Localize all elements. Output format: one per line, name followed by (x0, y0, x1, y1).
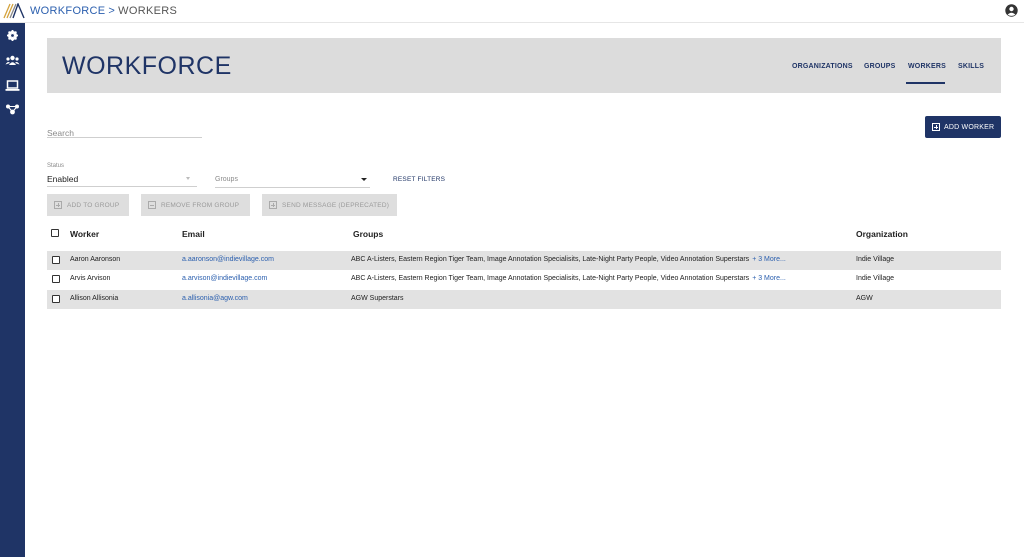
column-header-organization[interactable]: Organization (856, 229, 908, 239)
remove-icon (148, 201, 156, 209)
more-groups-link[interactable]: + 3 More... (752, 275, 786, 282)
row-checkbox[interactable] (52, 256, 60, 264)
add-worker-label: ADD WORKER (944, 123, 995, 131)
worker-groups: AGW Superstars (351, 295, 404, 302)
page-header: WORKFORCE ORGANIZATIONS GROUPS WORKERS S… (47, 38, 1001, 93)
send-message-label: SEND MESSAGE (DEPRECATED) (282, 201, 390, 209)
worker-name: Allison Allisonia (70, 295, 119, 302)
add-to-group-button[interactable]: ADD TO GROUP (47, 194, 129, 216)
page-title: WORKFORCE (62, 52, 232, 80)
groups-list: ABC A-Listers, Eastern Region Tiger Team… (351, 275, 750, 282)
search-input[interactable] (47, 128, 202, 138)
chevron-down-icon (186, 177, 190, 180)
gear-icon[interactable] (5, 29, 20, 42)
status-filter-label: Status (47, 163, 65, 169)
worker-organization: Indie Village (856, 275, 895, 282)
remove-from-group-label: REMOVE FROM GROUP (161, 201, 240, 209)
worker-organization: Indie Village (856, 256, 895, 263)
brand-logo[interactable] (3, 3, 25, 19)
worker-email-link[interactable]: a.allisonia@agw.com (182, 295, 248, 302)
breadcrumb-separator: > (108, 5, 116, 17)
worker-groups: ABC A-Listers, Eastern Region Tiger Team… (351, 275, 786, 282)
top-bar: WORKFORCE > WORKERS (0, 0, 1024, 23)
worker-email-link[interactable]: a.arvison@indievillage.com (182, 275, 267, 282)
groups-select-placeholder: Groups (215, 176, 238, 183)
remove-from-group-button[interactable]: REMOVE FROM GROUP (141, 194, 250, 216)
reset-filters-button[interactable]: RESET FILTERS (393, 176, 445, 183)
add-worker-button[interactable]: ADD WORKER (925, 116, 1001, 138)
table-row[interactable]: Aaron Aaronson a.aaronson@indievillage.c… (47, 251, 1001, 270)
worker-organization: AGW (856, 295, 873, 302)
row-checkbox[interactable] (52, 295, 60, 303)
tab-skills[interactable]: SKILLS (958, 62, 984, 71)
add-to-group-label: ADD TO GROUP (67, 201, 120, 209)
sidebar (0, 23, 25, 557)
send-message-button[interactable]: SEND MESSAGE (DEPRECATED) (262, 194, 397, 216)
search-field (47, 123, 202, 138)
breadcrumb-current: WORKERS (118, 5, 178, 17)
worker-groups: ABC A-Listers, Eastern Region Tiger Team… (351, 256, 786, 263)
network-icon[interactable] (5, 103, 20, 116)
column-header-groups[interactable]: Groups (353, 229, 383, 239)
laptop-icon[interactable] (5, 79, 20, 92)
status-select[interactable]: Enabled (47, 174, 197, 187)
column-header-email[interactable]: Email (182, 229, 205, 239)
worker-name: Arvis Arvison (70, 275, 111, 282)
status-select-value: Enabled (47, 174, 79, 184)
add-icon (932, 123, 940, 131)
groups-list: ABC A-Listers, Eastern Region Tiger Team… (351, 256, 750, 263)
tab-organizations[interactable]: ORGANIZATIONS (792, 62, 853, 71)
column-header-worker[interactable]: Worker (70, 229, 99, 239)
select-all-checkbox[interactable] (51, 229, 59, 237)
active-tab-indicator (906, 82, 945, 84)
breadcrumb: WORKFORCE > WORKERS (30, 4, 177, 18)
add-icon (269, 201, 277, 209)
tab-workers[interactable]: WORKERS (908, 62, 946, 71)
breadcrumb-root[interactable]: WORKFORCE (30, 5, 105, 17)
table-row[interactable]: Arvis Arvison a.arvison@indievillage.com… (47, 270, 1001, 289)
groups-list: AGW Superstars (351, 295, 404, 302)
user-account-icon[interactable] (1005, 4, 1018, 17)
worker-name: Aaron Aaronson (70, 256, 121, 263)
row-checkbox[interactable] (52, 275, 60, 283)
groups-select[interactable]: Groups (215, 175, 370, 188)
chevron-down-icon (361, 178, 367, 181)
more-groups-link[interactable]: + 3 More... (752, 256, 786, 263)
add-icon (54, 201, 62, 209)
worker-email-link[interactable]: a.aaronson@indievillage.com (182, 256, 274, 263)
table-row[interactable]: Allison Allisonia a.allisonia@agw.com AG… (47, 290, 1001, 309)
users-icon[interactable] (5, 54, 20, 67)
tab-groups[interactable]: GROUPS (864, 62, 896, 71)
